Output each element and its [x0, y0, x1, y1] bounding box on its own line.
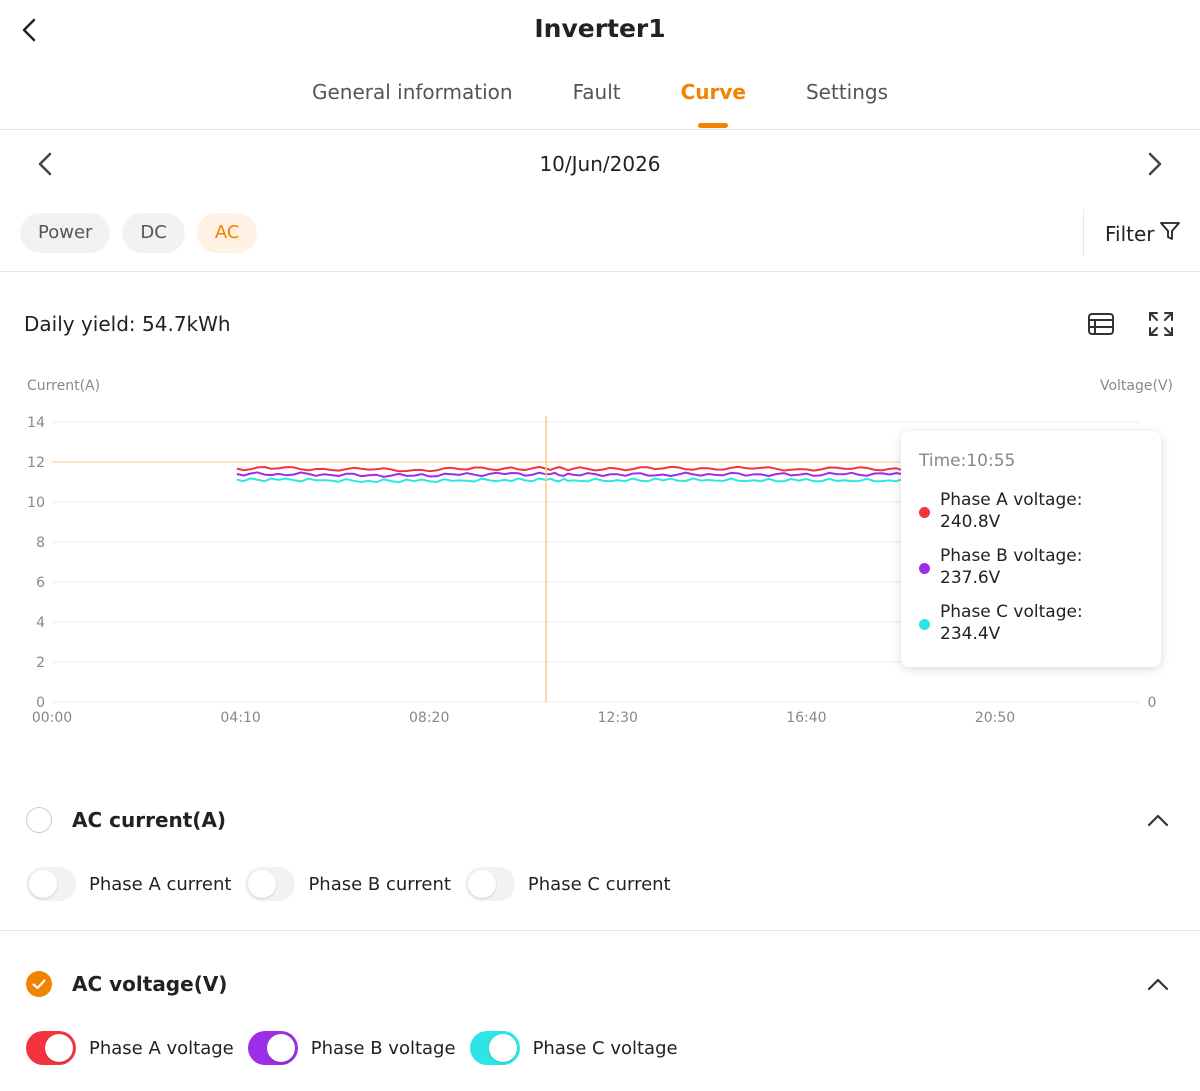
toggle-row: Phase A voltage Phase B voltage Phase C …	[26, 1031, 692, 1065]
y-tick-label: 8	[36, 535, 45, 551]
switch[interactable]	[245, 867, 296, 901]
chip-ac[interactable]: AC	[196, 213, 258, 253]
y-tick-label: 12	[27, 455, 45, 471]
x-tick-label: 08:20	[409, 710, 449, 726]
tooltip-value: 240.8V	[940, 512, 1001, 532]
next-day-icon[interactable]	[1138, 148, 1170, 180]
switch[interactable]	[464, 867, 515, 901]
y-tick-label: 6	[36, 575, 45, 591]
tooltip-label: Phase C voltage:	[940, 602, 1083, 622]
tooltip-value: 237.6V	[940, 568, 1001, 588]
toggle-label: Phase A current	[89, 873, 232, 895]
tooltip-label: Phase B voltage:	[940, 546, 1083, 566]
curve-type-chips: Power DC AC	[20, 213, 258, 253]
x-tick-label: 16:40	[786, 710, 826, 726]
header: Inverter1 General information Fault Curv…	[0, 0, 1200, 130]
toggle-phase-b-current[interactable]: Phase B current	[245, 867, 451, 901]
phase-c-dot	[919, 619, 930, 630]
table-view-icon[interactable]	[1085, 308, 1117, 340]
series-line-phase-c-voltage	[236, 477, 932, 484]
x-tick-label: 04:10	[220, 710, 260, 726]
divider	[0, 271, 1200, 272]
series-line-phase-a-voltage	[236, 465, 932, 473]
toggle-label: Phase B voltage	[310, 1037, 456, 1059]
y-tick-label: 2	[36, 655, 45, 671]
page-title: Inverter1	[534, 14, 666, 43]
toggle-label: Phase C voltage	[532, 1037, 678, 1059]
series-line-phase-b-voltage	[236, 471, 932, 478]
y-tick-label: 14	[27, 415, 45, 431]
ac-voltage-checkbox[interactable]	[26, 971, 52, 997]
toggle-label: Phase A voltage	[89, 1037, 234, 1059]
divider	[1083, 209, 1084, 256]
chevron-up-icon[interactable]	[1142, 969, 1174, 1001]
toggle-label: Phase B current	[308, 873, 451, 895]
tab-fault[interactable]: Fault	[573, 80, 621, 128]
switch[interactable]	[469, 1031, 520, 1065]
filter-button[interactable]: Filter	[1105, 220, 1181, 247]
y-right-tick-label: 0	[1148, 695, 1157, 711]
toggle-label: Phase C current	[527, 873, 671, 895]
switch[interactable]	[26, 867, 76, 901]
x-tick-label: 12:30	[598, 710, 638, 726]
group-title: AC voltage(V)	[72, 972, 228, 996]
daily-yield: Daily yield: 54.7kWh	[24, 312, 231, 336]
chevron-up-icon[interactable]	[1142, 805, 1174, 837]
filter-label: Filter	[1105, 221, 1155, 246]
group-title: AC current(A)	[72, 808, 227, 832]
x-tick-label: 00:00	[32, 710, 72, 726]
switch[interactable]	[26, 1031, 76, 1065]
switch[interactable]	[247, 1031, 298, 1065]
tooltip-item-phase-b: Phase B voltage: 237.6V	[919, 545, 1149, 589]
tooltip-value: 234.4V	[940, 624, 1001, 644]
toggle-phase-a-voltage[interactable]: Phase A voltage	[26, 1031, 234, 1065]
tab-curve[interactable]: Curve	[681, 80, 746, 128]
chart-tooltip: Time:10:55 Phase A voltage: 240.8V Phase …	[901, 431, 1161, 667]
toggle-phase-b-voltage[interactable]: Phase B voltage	[247, 1031, 456, 1065]
check-icon	[32, 979, 46, 990]
tab-bar: General information Fault Curve Settings	[0, 80, 1200, 128]
toggle-row: Phase A current Phase B current Phase C …	[26, 867, 685, 901]
x-tick-label: 20:50	[975, 710, 1015, 726]
fullscreen-icon[interactable]	[1145, 308, 1177, 340]
tab-general-information[interactable]: General information	[312, 80, 513, 128]
tab-settings[interactable]: Settings	[806, 80, 888, 128]
filter-icon	[1159, 220, 1181, 247]
chip-power[interactable]: Power	[20, 213, 111, 253]
y-axis-left-title: Current(A)	[27, 378, 100, 394]
toggle-phase-a-current[interactable]: Phase A current	[26, 867, 231, 901]
toggle-phase-c-current[interactable]: Phase C current	[464, 867, 671, 901]
ac-current-checkbox[interactable]	[26, 807, 52, 833]
y-tick-label: 10	[27, 495, 45, 511]
tooltip-label: Phase A voltage:	[940, 490, 1083, 510]
date-navigator: 10/Jun/2026	[0, 130, 1200, 200]
phase-b-dot	[919, 563, 930, 574]
tooltip-item-phase-c: Phase C voltage: 234.4V	[919, 601, 1149, 645]
phase-a-dot	[919, 507, 930, 518]
chip-dc[interactable]: DC	[122, 213, 185, 253]
divider	[0, 930, 1200, 931]
toggle-phase-c-voltage[interactable]: Phase C voltage	[469, 1031, 678, 1065]
date-label[interactable]: 10/Jun/2026	[0, 152, 1200, 176]
tooltip-time: Time:10:55	[919, 451, 1016, 471]
y-tick-label: 0	[36, 695, 45, 711]
tooltip-item-phase-a: Phase A voltage: 240.8V	[919, 489, 1149, 533]
y-axis-right-title: Voltage(V)	[1100, 378, 1173, 394]
y-tick-label: 4	[36, 615, 45, 631]
